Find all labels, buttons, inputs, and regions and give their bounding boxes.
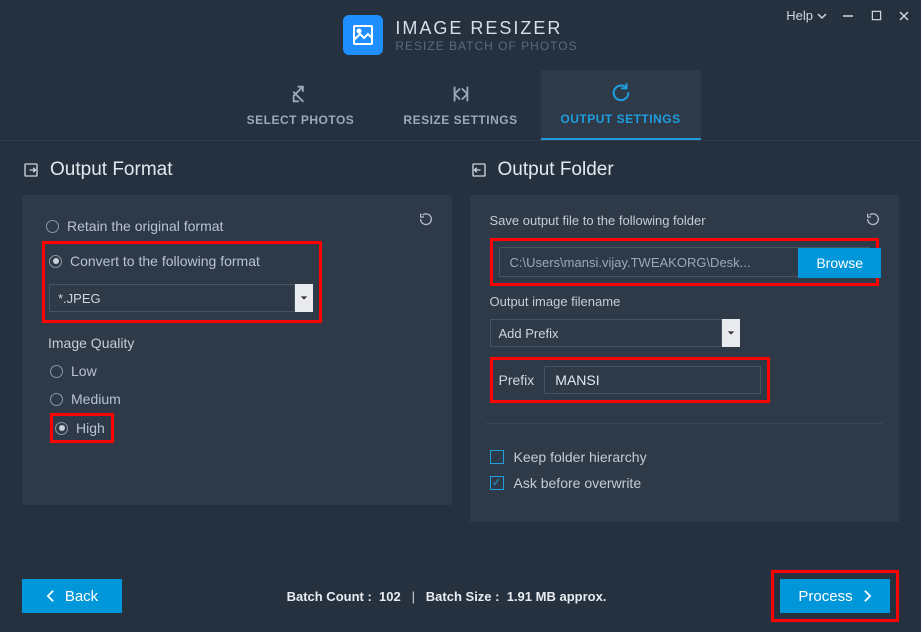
tab-label: SELECT PHOTOS bbox=[247, 113, 355, 127]
radio-convert-format[interactable]: Convert to the following format bbox=[49, 248, 313, 274]
tab-select-photos[interactable]: SELECT PHOTOS bbox=[221, 70, 381, 140]
import-icon bbox=[470, 161, 488, 179]
output-folder-box: Save output file to the following folder… bbox=[470, 195, 900, 522]
radio-icon bbox=[49, 255, 62, 268]
panel-title: Output Format bbox=[22, 159, 452, 181]
radio-quality-medium[interactable]: Medium bbox=[50, 385, 432, 413]
radio-retain-format[interactable]: Retain the original format bbox=[46, 213, 432, 239]
checkbox-label: Keep folder hierarchy bbox=[514, 449, 647, 465]
reset-button[interactable] bbox=[861, 207, 885, 231]
resize-icon bbox=[450, 83, 472, 105]
highlight-quality-high: High bbox=[50, 413, 114, 443]
tab-output-settings[interactable]: OUTPUT SETTINGS bbox=[541, 70, 701, 140]
checkbox-icon bbox=[490, 450, 504, 464]
radio-icon bbox=[55, 422, 68, 435]
batch-size-value: 1.91 MB approx. bbox=[507, 589, 607, 604]
radio-icon bbox=[46, 220, 59, 233]
radio-label: Convert to the following format bbox=[70, 253, 260, 269]
tabs: SELECT PHOTOS RESIZE SETTINGS OUTPUT SET… bbox=[0, 70, 921, 141]
chevron-left-icon bbox=[46, 589, 55, 603]
radio-icon bbox=[50, 365, 63, 378]
tab-resize-settings[interactable]: RESIZE SETTINGS bbox=[381, 70, 541, 140]
app-icon bbox=[343, 15, 383, 55]
save-folder-label: Save output file to the following folder bbox=[490, 213, 880, 228]
output-folder-panel: Output Folder Save output file to the fo… bbox=[470, 159, 900, 522]
radio-label: Retain the original format bbox=[67, 218, 223, 234]
radio-quality-low[interactable]: Low bbox=[50, 357, 432, 385]
batch-size-label: Batch Size : bbox=[426, 589, 500, 604]
output-format-box: Retain the original format Convert to th… bbox=[22, 195, 452, 505]
chevron-down-icon bbox=[817, 11, 827, 21]
chevron-right-icon bbox=[863, 589, 872, 603]
highlight-convert: Convert to the following format *.JPEG bbox=[42, 241, 322, 323]
reset-button[interactable] bbox=[414, 207, 438, 231]
highlight-prefix: Prefix bbox=[490, 357, 770, 403]
titlebar: IMAGE RESIZER RESIZE BATCH OF PHOTOS Hel… bbox=[0, 0, 921, 70]
batch-info: Batch Count : 102 | Batch Size : 1.91 MB… bbox=[122, 589, 771, 604]
process-label: Process bbox=[798, 588, 852, 605]
checkbox-ask-overwrite[interactable]: Ask before overwrite bbox=[490, 470, 880, 496]
minimize-button[interactable] bbox=[841, 9, 855, 23]
radio-quality-high[interactable]: High bbox=[55, 418, 105, 438]
chevron-down-icon bbox=[295, 284, 313, 312]
app-subtitle: RESIZE BATCH OF PHOTOS bbox=[395, 39, 577, 53]
help-label: Help bbox=[786, 8, 813, 23]
select-value: *.JPEG bbox=[49, 284, 295, 312]
quality-group: Low Medium High bbox=[50, 357, 432, 443]
undo-icon bbox=[865, 211, 881, 227]
radio-icon bbox=[50, 393, 63, 406]
maximize-button[interactable] bbox=[869, 9, 883, 23]
back-label: Back bbox=[65, 588, 98, 605]
app-title: IMAGE RESIZER bbox=[395, 18, 577, 39]
batch-count-value: 102 bbox=[379, 589, 401, 604]
format-select[interactable]: *.JPEG bbox=[49, 284, 313, 312]
footer: Back Batch Count : 102 | Batch Size : 1.… bbox=[0, 560, 921, 632]
close-button[interactable] bbox=[897, 9, 911, 23]
checkbox-keep-hierarchy[interactable]: Keep folder hierarchy bbox=[490, 444, 880, 470]
main: Output Format Retain the original format… bbox=[0, 141, 921, 532]
panel-title: Output Folder bbox=[470, 159, 900, 181]
refresh-icon bbox=[610, 82, 632, 104]
checkbox-label: Ask before overwrite bbox=[514, 475, 642, 491]
tab-label: OUTPUT SETTINGS bbox=[560, 112, 680, 126]
output-format-panel: Output Format Retain the original format… bbox=[22, 159, 452, 522]
back-button[interactable]: Back bbox=[22, 579, 122, 613]
prefix-label: Prefix bbox=[499, 372, 535, 388]
tab-label: RESIZE SETTINGS bbox=[403, 113, 517, 127]
select-value: Add Prefix bbox=[490, 319, 722, 347]
process-button[interactable]: Process bbox=[780, 579, 890, 613]
chevron-down-icon bbox=[722, 319, 740, 347]
window-controls: Help bbox=[786, 8, 911, 23]
help-menu[interactable]: Help bbox=[786, 8, 827, 23]
expand-icon bbox=[290, 83, 312, 105]
radio-label: Medium bbox=[71, 391, 121, 407]
radio-label: Low bbox=[71, 363, 97, 379]
highlight-process: Process bbox=[771, 570, 899, 622]
brand: IMAGE RESIZER RESIZE BATCH OF PHOTOS bbox=[343, 15, 577, 55]
radio-label: High bbox=[76, 420, 105, 436]
prefix-input[interactable] bbox=[544, 366, 760, 394]
quality-label: Image Quality bbox=[48, 335, 432, 351]
undo-icon bbox=[418, 211, 434, 227]
checkbox-icon bbox=[490, 476, 504, 490]
export-icon bbox=[22, 161, 40, 179]
browse-button[interactable]: Browse bbox=[798, 248, 881, 278]
divider bbox=[486, 423, 884, 424]
filename-label: Output image filename bbox=[490, 294, 880, 309]
batch-count-label: Batch Count : bbox=[287, 589, 372, 604]
filename-mode-select[interactable]: Add Prefix bbox=[490, 319, 740, 347]
